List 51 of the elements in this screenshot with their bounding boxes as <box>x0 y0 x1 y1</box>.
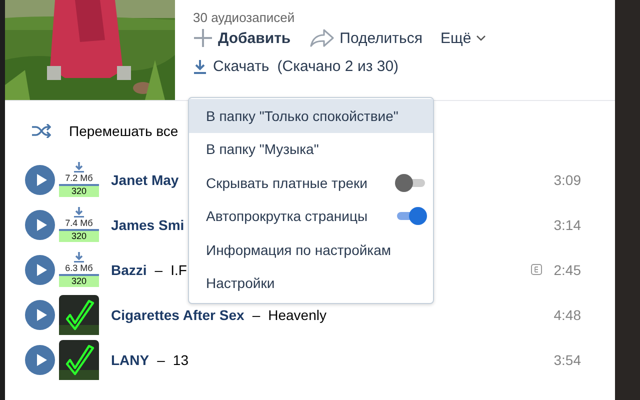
play-icon <box>36 308 48 322</box>
track-title: 13 <box>172 352 188 368</box>
track-duration: 2:45 <box>554 262 581 278</box>
plus-icon <box>193 28 213 48</box>
downloaded-check-icon <box>59 340 99 380</box>
share-arrow-icon <box>308 28 335 48</box>
track-artist[interactable]: Cigarettes After Sex <box>111 306 244 322</box>
track-title: I.F <box>170 262 187 278</box>
play-icon <box>36 172 48 186</box>
play-icon <box>36 218 48 232</box>
download-size-badge[interactable]: 6.3 Мб 320 <box>59 252 99 287</box>
track-artist[interactable]: Janet May <box>111 172 179 188</box>
shuffle-icon <box>31 124 51 138</box>
play-button[interactable] <box>25 300 55 330</box>
track-artist[interactable]: James Smi <box>111 216 184 232</box>
track-duration: 3:09 <box>554 172 581 188</box>
shuffle-button[interactable]: Перемешать все <box>31 123 178 139</box>
explicit-icon <box>530 264 542 275</box>
menu-item[interactable]: Автопрокрутка страницы <box>189 200 433 233</box>
track-artist[interactable]: Bazzi <box>111 262 147 278</box>
play-button[interactable] <box>25 254 55 284</box>
play-icon <box>36 262 48 276</box>
track-duration: 4:48 <box>554 306 581 322</box>
separator: – <box>154 262 163 278</box>
downloaded-check-icon <box>59 294 99 334</box>
menu-item[interactable]: Информация по настройкам <box>189 233 433 266</box>
add-button[interactable]: Добавить <box>193 28 291 48</box>
menu-item[interactable]: Настройки <box>189 266 433 300</box>
toggle-switch[interactable] <box>395 174 427 192</box>
more-button[interactable]: Ещё <box>440 28 486 48</box>
play-button[interactable] <box>25 164 55 194</box>
menu-item[interactable]: Скрывать платные треки <box>189 166 433 200</box>
play-button[interactable] <box>25 210 55 240</box>
separator: – <box>157 352 165 368</box>
menu-item[interactable]: В папку "Музыка" <box>189 132 433 166</box>
track-artist[interactable]: LANY <box>111 352 150 368</box>
menu-item[interactable]: В папку "Только спокойствие" <box>189 99 433 132</box>
track-duration: 3:54 <box>554 352 581 368</box>
play-button[interactable] <box>25 344 55 374</box>
track-count: 30 аудиозаписей <box>193 10 296 25</box>
download-button[interactable]: Скачать (Скачано 2 из 30) <box>193 58 399 75</box>
download-size-badge[interactable]: 7.2 Мб 320 <box>59 162 99 197</box>
download-size-badge[interactable]: 7.4 Мб 320 <box>59 207 99 242</box>
download-icon <box>193 58 207 74</box>
play-icon <box>36 352 48 366</box>
track-title: Heavenly <box>268 306 326 322</box>
separator: – <box>252 306 260 322</box>
toggle-switch[interactable] <box>395 207 427 226</box>
caret-icon <box>476 34 486 42</box>
track-duration: 3:14 <box>554 216 581 232</box>
share-button[interactable]: Поделиться <box>308 28 422 48</box>
